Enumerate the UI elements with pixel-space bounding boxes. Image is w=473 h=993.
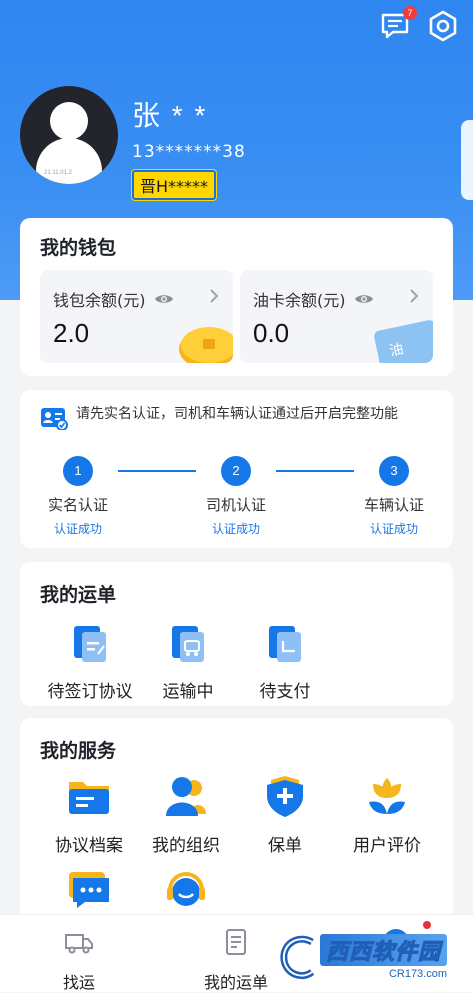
orders-card: 我的运单 待签订协议 运输中 待支付: [20, 562, 453, 706]
step-label: 车辆认证: [363, 496, 424, 514]
service-agreement-archive[interactable]: 协议档案: [42, 774, 136, 856]
service-label: 用户评价: [353, 836, 421, 856]
nav-label: 我的运单: [203, 973, 268, 992]
orders-title: 我的运单: [40, 584, 117, 606]
step-label: 实名认证: [47, 496, 108, 514]
coin-icon: [179, 327, 233, 363]
customer-service-icon: [167, 872, 205, 906]
step-number: 3: [379, 456, 409, 486]
step-status: 认证成功: [369, 522, 418, 536]
fuel-card-text: 油: [387, 341, 405, 360]
service-label: 我的组织: [152, 836, 220, 856]
chat-icon: [69, 872, 109, 908]
user-phone: 13*******38: [132, 142, 246, 162]
step-driver[interactable]: 2 司机认证 认证成功: [191, 456, 281, 537]
service-label: 保单: [268, 836, 302, 856]
step-number: 1: [63, 456, 93, 486]
fuel-card-box[interactable]: 油卡余额(元) 0.0 油: [240, 270, 433, 363]
fuel-card-icon: 油: [373, 319, 433, 363]
watermark-url: CR173.com: [388, 968, 448, 980]
verification-card: 请先实名认证，司机和车辆认证通过后开启完整功能 1 实名认证 认证成功 2 司机…: [20, 390, 453, 548]
eye-icon[interactable]: [354, 292, 374, 306]
license-plate: 晋H*****: [130, 169, 218, 201]
watermark: 西西软件园 CR173.com: [278, 928, 458, 986]
step-number: 2: [221, 456, 251, 486]
order-pending-contract[interactable]: 待签订协议: [40, 624, 140, 702]
id-card-icon: [41, 408, 68, 430]
step-status: 认证成功: [53, 522, 102, 536]
step-connector: [118, 470, 196, 472]
step-label: 司机认证: [205, 496, 266, 514]
shield-plus-icon: [267, 776, 303, 817]
nav-find-freight[interactable]: 找运: [58, 927, 100, 993]
truck-icon: [65, 934, 93, 954]
user-name: 张 * *: [132, 100, 208, 131]
step-vehicle[interactable]: 3 车辆认证 认证成功: [349, 456, 439, 537]
order-label: 运输中: [162, 682, 214, 702]
wallet-balance-box[interactable]: 钱包余额(元) 2.0: [40, 270, 233, 363]
profile-section: 21.11.01.2 张 * * 13*******38 晋H*****: [20, 86, 246, 201]
top-toolbar: 7: [379, 6, 459, 42]
order-label: 待支付: [259, 682, 311, 702]
avatar-body-shape: [36, 138, 102, 184]
message-badge: 7: [403, 6, 417, 20]
avatar-caption: 21.11.01.2: [44, 170, 72, 176]
nav-my-orders[interactable]: 我的运单: [198, 927, 274, 993]
flower-icon: [369, 778, 405, 814]
watermark-brand: 西西软件园: [320, 934, 448, 966]
chevron-right-icon: [210, 289, 219, 303]
contract-icon: [74, 626, 106, 662]
settings-icon: [429, 10, 457, 42]
eye-icon[interactable]: [154, 292, 174, 306]
service-my-organization[interactable]: 我的组织: [139, 774, 233, 856]
organization-icon: [166, 777, 206, 816]
step-connector: [276, 470, 354, 472]
avatar-head-shape: [50, 102, 88, 140]
fuel-card-balance-label: 油卡余额(元): [253, 291, 346, 310]
wallet-balance-value: 2.0: [53, 318, 90, 348]
truck-doc-icon: [172, 626, 204, 662]
document-icon: [226, 929, 246, 955]
settings-button[interactable]: [427, 10, 459, 42]
step-status: 认证成功: [211, 522, 260, 536]
fuel-card-balance-value: 0.0: [253, 318, 290, 348]
order-in-transit[interactable]: 运输中: [153, 624, 223, 702]
service-user-reviews[interactable]: 用户评价: [340, 774, 434, 856]
nav-label: 找运: [62, 973, 95, 992]
services-title: 我的服务: [40, 740, 117, 762]
watermark-logo-icon: [280, 935, 315, 979]
wallet-title: 我的钱包: [40, 237, 117, 259]
step-real-name[interactable]: 1 实名认证 认证成功: [33, 456, 123, 537]
wallet-card: 我的钱包 钱包余额(元) 2.0 油卡余额(元) 0.0 油: [20, 218, 453, 376]
wallet-balance-label: 钱包余额(元): [53, 291, 146, 310]
services-card: 我的服务 协议档案 我的组织 保单 用户评价: [20, 718, 453, 938]
order-pending-payment[interactable]: 待支付: [250, 624, 320, 702]
folder-icon: [69, 782, 109, 814]
verification-notice: 请先实名认证，司机和车辆认证通过后开启完整功能: [76, 406, 398, 422]
avatar[interactable]: 21.11.01.2: [20, 86, 118, 184]
payment-doc-icon: [269, 626, 301, 662]
chevron-right-icon: [410, 289, 419, 303]
side-pull-tab[interactable]: [461, 120, 473, 200]
service-label: 协议档案: [55, 836, 123, 856]
service-insurance-policy[interactable]: 保单: [238, 774, 332, 856]
order-label: 待签订协议: [47, 682, 133, 702]
message-button[interactable]: 7: [379, 6, 417, 42]
